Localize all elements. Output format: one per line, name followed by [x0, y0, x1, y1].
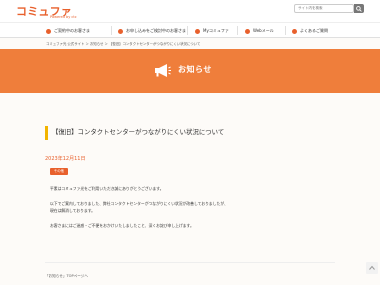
nav-divider	[187, 26, 188, 35]
back-to-news-link[interactable]: 「お知らせ」TOPページへ	[45, 274, 88, 279]
site-header: コミュファ Powered by ctc	[0, 0, 380, 22]
article-heading: 【復旧】コンタクトセンターがつながりにくい状況について	[45, 126, 335, 140]
article-paragraph: 現在は解消しております。	[50, 208, 95, 213]
heart-icon	[195, 28, 200, 34]
search-button[interactable]	[354, 4, 364, 13]
question-icon	[292, 28, 297, 34]
logo-tagline: Powered by ctc	[50, 15, 77, 19]
nav-item-current-customers[interactable]: ご契約中のお客さま	[46, 23, 90, 38]
global-nav: ご契約中のお客さま お申し込みをご検討中のお客さま Myコミュファ Webメール…	[0, 22, 380, 38]
nav-divider	[285, 26, 286, 35]
document-icon	[118, 28, 123, 34]
page-banner: お知らせ	[0, 49, 380, 93]
chevron-up-icon	[369, 265, 375, 270]
page-top-button[interactable]	[366, 262, 378, 274]
nav-item-faq[interactable]: よくあるご質問	[292, 23, 328, 38]
nav-item-webmail[interactable]: Webメール	[245, 23, 274, 38]
breadcrumb[interactable]: コミュファ光 公式サイト ＞ お知らせ ＞ 【復旧】コンタクトセンターがつながり…	[46, 41, 200, 46]
megaphone-icon	[155, 64, 171, 77]
article-paragraph: お客さまにはご迷惑・ご不便をおかけいたしましたこと、深くお詫び申し上げます。	[50, 223, 194, 228]
category-badge: その他	[50, 168, 68, 175]
divider	[45, 262, 335, 263]
article-date: 2023年12月11日	[45, 156, 86, 162]
article-paragraph: 以下でご案内しておりました、弊社コンタクトセンターがつながりにくい状況が改善して…	[50, 201, 228, 206]
title-accent-bar	[45, 126, 48, 140]
search-input[interactable]	[294, 4, 354, 13]
mail-icon	[245, 28, 250, 34]
nav-divider	[237, 26, 238, 35]
user-icon	[46, 28, 51, 34]
nav-item-my-commufa[interactable]: Myコミュファ	[195, 23, 229, 38]
page-title: お知らせ	[178, 65, 212, 74]
article-title: 【復旧】コンタクトセンターがつながりにくい状況について	[52, 128, 225, 136]
nav-item-new-customers[interactable]: お申し込みをご検討中のお客さま	[118, 23, 186, 38]
nav-divider	[111, 26, 112, 35]
article-paragraph: 平素はコミュファ光をご利用いただき誠にありがとうございます。	[50, 186, 164, 191]
search-icon	[356, 5, 362, 12]
